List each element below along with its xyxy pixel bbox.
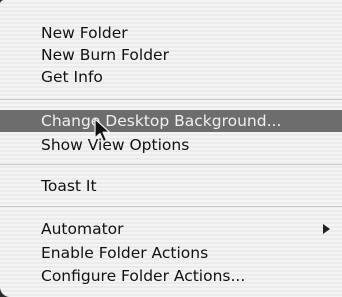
menu-separator — [0, 99, 342, 100]
menu-item-automator[interactable]: Automator — [0, 218, 342, 240]
menu-separator — [0, 206, 342, 207]
menu-separator — [0, 164, 342, 165]
menu-item-change-desktop-background[interactable]: Change Desktop Background... — [0, 110, 342, 132]
menu-item-enable-folder-actions[interactable]: Enable Folder Actions — [0, 242, 342, 264]
menu-item-new-burn-folder[interactable]: New Burn Folder — [0, 44, 342, 66]
chevron-right-icon — [323, 224, 330, 234]
arrow-cursor-icon — [94, 118, 111, 143]
menu-item-get-info[interactable]: Get Info — [0, 66, 342, 88]
context-menu: New Folder New Burn Folder Get Info Chan… — [0, 0, 342, 297]
menu-item-automator-label: Automator — [41, 220, 124, 238]
menu-item-show-view-options[interactable]: Show View Options — [0, 134, 342, 156]
menu-item-toast-it[interactable]: Toast It — [0, 175, 342, 197]
menu-item-new-folder[interactable]: New Folder — [0, 22, 342, 44]
menu-item-configure-folder-actions[interactable]: Configure Folder Actions... — [0, 265, 342, 287]
